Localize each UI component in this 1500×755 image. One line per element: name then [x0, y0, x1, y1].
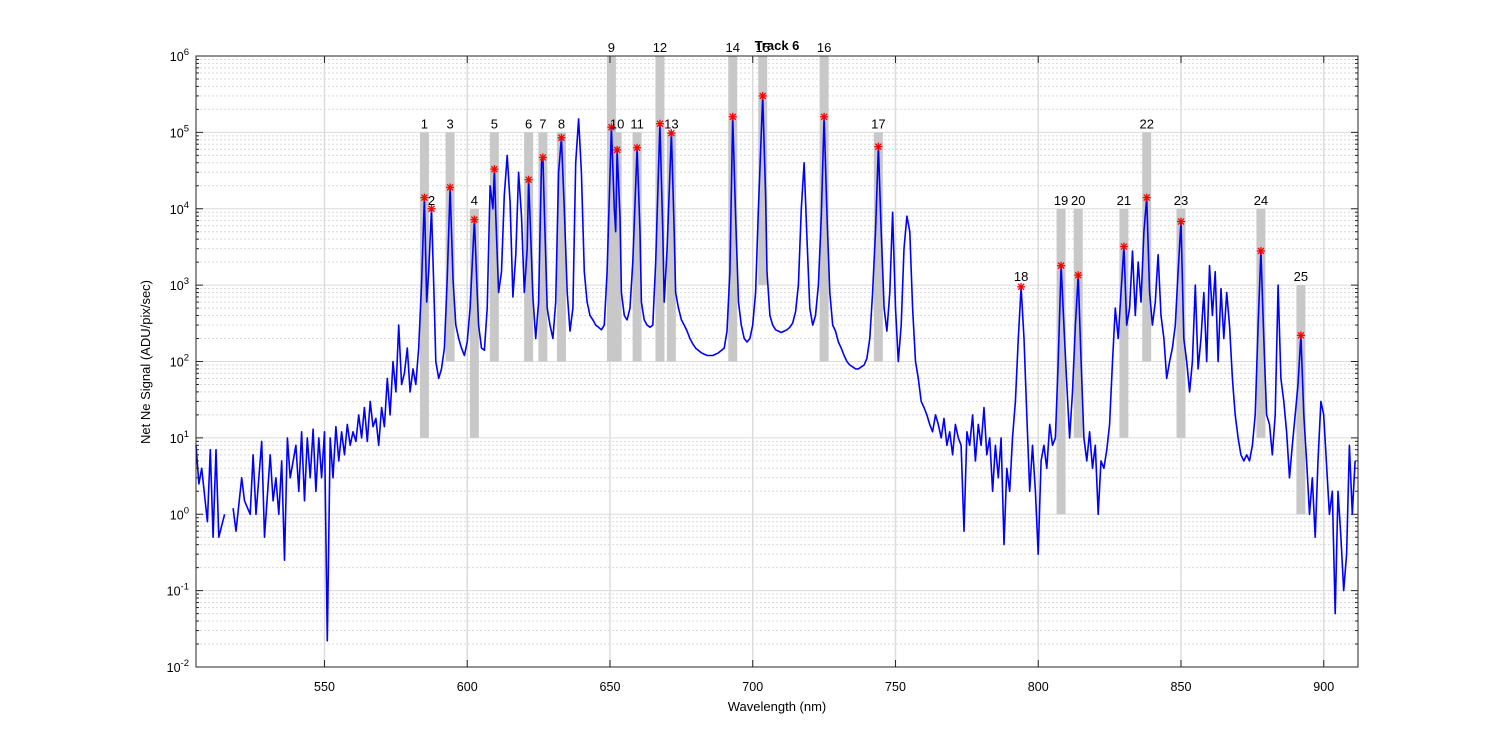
peak-label: 24	[1254, 193, 1268, 208]
peak-label: 18	[1014, 269, 1028, 284]
peak-marker	[490, 165, 499, 174]
peak-label: 21	[1117, 193, 1131, 208]
y-tick-label: 103	[170, 276, 189, 293]
peak-label: 16	[817, 40, 831, 55]
peak-label: 25	[1294, 269, 1308, 284]
peak-marker	[524, 175, 533, 184]
x-tick-label: 750	[885, 680, 906, 694]
y-tick-exponent: -1	[181, 582, 189, 593]
y-tick-base: 10	[170, 279, 184, 293]
y-tick-label: 10-1	[167, 582, 189, 599]
x-tick-label: 800	[1028, 680, 1049, 694]
y-tick-exponent: 5	[184, 123, 189, 134]
peak-label: 10	[610, 116, 624, 131]
x-tick-labels: 550 600 650 700 750 800 850 900	[314, 680, 1334, 694]
y-tick-exponent: 2	[184, 353, 189, 364]
y-tick-base: 10	[170, 50, 184, 64]
peak-label: 5	[491, 116, 498, 131]
highlight-band	[1296, 285, 1306, 515]
y-tick-base: 10	[170, 203, 184, 217]
y-tick-label: 106	[170, 47, 189, 64]
peak-label: 23	[1174, 193, 1188, 208]
peak-marker	[655, 119, 664, 128]
peak-marker	[1119, 242, 1128, 251]
chart-title: Track 6	[755, 38, 800, 53]
x-tick-label: 900	[1313, 680, 1334, 694]
peak-marker	[557, 133, 566, 142]
y-tick-exponent: -2	[181, 658, 189, 669]
y-tick-base: 10	[170, 432, 184, 446]
peak-label: 6	[525, 116, 532, 131]
peak-marker	[874, 142, 883, 151]
peak-label: 17	[871, 116, 885, 131]
y-tick-base: 10	[170, 126, 184, 140]
x-axis-label: Wavelength (nm)	[728, 699, 827, 714]
peak-label: 8	[558, 116, 565, 131]
peak-label: 1	[421, 116, 428, 131]
y-tick-labels: 10-210-1100101102103104105106	[167, 47, 189, 675]
y-tick-base: 10	[167, 661, 181, 675]
peak-marker	[758, 91, 767, 100]
peak-label: 22	[1139, 116, 1153, 131]
x-tick-label: 850	[1171, 680, 1192, 694]
highlight-band	[445, 132, 455, 362]
y-tick-label: 101	[170, 429, 189, 446]
highlight-band	[469, 208, 479, 438]
y-tick-label: 100	[170, 505, 189, 522]
peak-label: 19	[1054, 193, 1068, 208]
peak-marker	[633, 143, 642, 152]
y-tick-label: 102	[170, 353, 189, 370]
y-tick-exponent: 3	[184, 276, 189, 287]
y-tick-exponent: 6	[184, 47, 189, 58]
y-tick-exponent: 4	[184, 200, 189, 211]
peak-marker	[1074, 271, 1083, 280]
y-tick-base: 10	[170, 508, 184, 522]
peak-marker	[538, 153, 547, 162]
peak-label: 7	[539, 116, 546, 131]
peak-label: 14	[726, 40, 740, 55]
x-tick-label: 550	[314, 680, 335, 694]
x-tick-label: 700	[742, 680, 763, 694]
y-tick-base: 10	[167, 585, 181, 599]
peak-label: 13	[664, 116, 678, 131]
peak-marker	[1296, 331, 1305, 340]
peak-label: 9	[608, 40, 615, 55]
peak-marker	[613, 145, 622, 154]
peak-marker	[446, 183, 455, 192]
peak-label: 12	[653, 40, 667, 55]
peak-marker	[1176, 217, 1185, 226]
peak-label: 20	[1071, 193, 1085, 208]
y-tick-base: 10	[170, 356, 184, 370]
y-tick-exponent: 0	[184, 505, 189, 516]
peak-label: 3	[446, 116, 453, 131]
y-tick-label: 105	[170, 123, 189, 140]
peak-label: 2	[428, 193, 435, 208]
peak-marker	[1256, 246, 1265, 255]
peak-label: 11	[630, 116, 644, 131]
peak-marker	[1057, 261, 1066, 270]
x-tick-label: 600	[457, 680, 478, 694]
peak-marker	[470, 215, 479, 224]
peak-marker	[728, 112, 737, 121]
y-tick-label: 10-2	[167, 658, 189, 675]
y-tick-exponent: 1	[184, 429, 189, 440]
spectrum-chart: 12345 6 7 8910 11121314 15 16171819 20 212223 242…	[138, 38, 1359, 714]
figure: 1 2 3 4 5 6 7 8 9 10 11 12 13 14 15 16 17 18 19 20 21 22 23 24 2…	[0, 0, 1500, 750]
peak-label: 4	[471, 193, 478, 208]
peak-marker	[820, 112, 829, 121]
y-tick-label: 104	[170, 200, 189, 217]
x-tick-label: 650	[600, 680, 621, 694]
peak-marker	[1142, 193, 1151, 202]
y-axis-label: Net Ne Signal (ADU/pix/sec)	[138, 280, 153, 444]
